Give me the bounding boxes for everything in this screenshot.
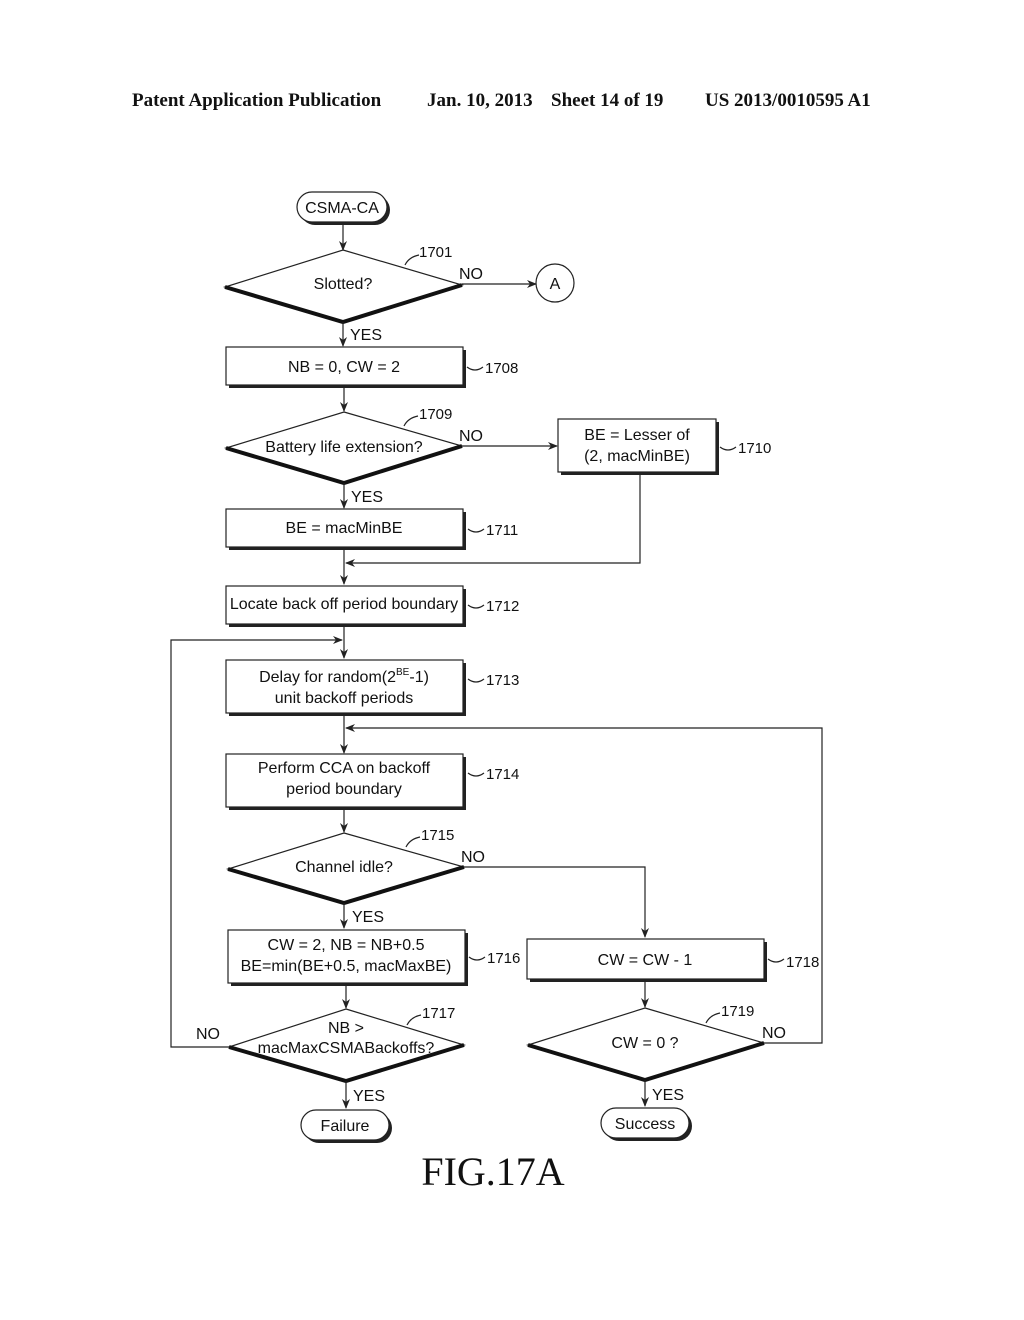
failure-label: Failure (321, 1118, 370, 1135)
idle-yes-label: YES (352, 909, 384, 926)
slotted-label: Slotted? (314, 276, 373, 293)
ref-1710: 1710 (738, 440, 771, 457)
battery-label: Battery life extension? (265, 439, 423, 456)
ref-leader-1717 (406, 1014, 422, 1026)
battery-no-label: NO (459, 428, 483, 445)
ref-leader-1708 (466, 366, 484, 371)
process-be-min: BE = macMinBE (225, 508, 466, 550)
connector-a: A (535, 263, 575, 303)
slotted-no-label: NO (459, 266, 483, 283)
process-cca: Perform CCA on backoff period boundary (225, 753, 466, 810)
process-init: NB = 0, CW = 2 (225, 346, 466, 388)
ref-1717: 1717 (422, 1005, 455, 1022)
process-cw-decrement: CW = CW - 1 (526, 938, 767, 982)
update-line1: CW = 2, NB = NB+0.5 (268, 937, 425, 954)
cw-check-yes-label: YES (652, 1087, 684, 1104)
ref-leader-1715 (405, 836, 421, 848)
nb-check-yes-label: YES (353, 1088, 385, 1105)
ref-1701: 1701 (419, 244, 452, 261)
ref-1719: 1719 (721, 1003, 754, 1020)
flowchart: CSMA-CA Slotted? 1701 NO A YES NB = 0, C… (170, 191, 823, 1194)
edge-idle-no (464, 866, 649, 938)
cw-check-no-label: NO (762, 1025, 786, 1042)
be-lesser-line1: BE = Lesser of (584, 427, 690, 444)
cca-line1: Perform CCA on backoff (258, 760, 431, 777)
locate-label: Locate back off period boundary (230, 596, 458, 613)
cw-dec-label: CW = CW - 1 (598, 952, 693, 969)
process-locate: Locate back off period boundary (225, 585, 466, 627)
nb-check-no-label: NO (196, 1026, 220, 1043)
ref-leader-1713 (467, 678, 485, 683)
battery-yes-label: YES (351, 489, 383, 506)
ref-leader-1710 (719, 446, 737, 451)
ref-1711: 1711 (486, 522, 518, 539)
start-label: CSMA-CA (305, 200, 379, 217)
start-terminal: CSMA-CA (296, 191, 390, 225)
nb-check-line1: NB > (328, 1020, 364, 1037)
ref-1718: 1718 (786, 954, 819, 971)
connector-a-label: A (550, 276, 561, 293)
ref-1709: 1709 (419, 406, 452, 423)
cw-check-label: CW = 0 ? (611, 1035, 678, 1052)
update-line2: BE=min(BE+0.5, macMaxBE) (241, 958, 452, 975)
ref-leader-1716 (468, 956, 486, 961)
ref-1708: 1708 (485, 360, 518, 377)
process-delay: Delay for random(2BE-1) unit backoff per… (225, 659, 466, 716)
process-be-lesser: BE = Lesser of (2, macMinBE) (557, 418, 719, 475)
ref-1713: 1713 (486, 672, 519, 689)
ref-leader-1709 (403, 415, 419, 427)
idle-no-label: NO (461, 849, 485, 866)
ref-1715: 1715 (421, 827, 454, 844)
success-label: Success (615, 1116, 675, 1133)
ref-leader-1711 (467, 528, 485, 533)
slotted-yes-label: YES (350, 327, 382, 344)
success-terminal: Success (600, 1107, 692, 1141)
nb-check-line2: macMaxCSMABackoffs? (258, 1040, 435, 1057)
ref-leader-1714 (467, 772, 485, 777)
ref-leader-1718 (767, 958, 785, 963)
cca-line2: period boundary (286, 781, 402, 798)
init-label: NB = 0, CW = 2 (288, 359, 400, 376)
figure-label: FIG.17A (421, 1149, 564, 1194)
ref-1714: 1714 (486, 766, 519, 783)
be-lesser-line2: (2, macMinBE) (584, 448, 690, 465)
idle-label: Channel idle? (295, 859, 393, 876)
process-update: CW = 2, NB = NB+0.5 BE=min(BE+0.5, macMa… (227, 929, 468, 986)
ref-1716: 1716 (487, 950, 520, 967)
be-min-label: BE = macMinBE (286, 520, 403, 537)
ref-leader-1701 (404, 254, 420, 266)
ref-leader-1719 (705, 1012, 721, 1024)
failure-terminal: Failure (300, 1109, 392, 1143)
ref-1712: 1712 (486, 598, 519, 615)
ref-leader-1712 (467, 604, 485, 609)
delay-line2: unit backoff periods (275, 690, 413, 707)
